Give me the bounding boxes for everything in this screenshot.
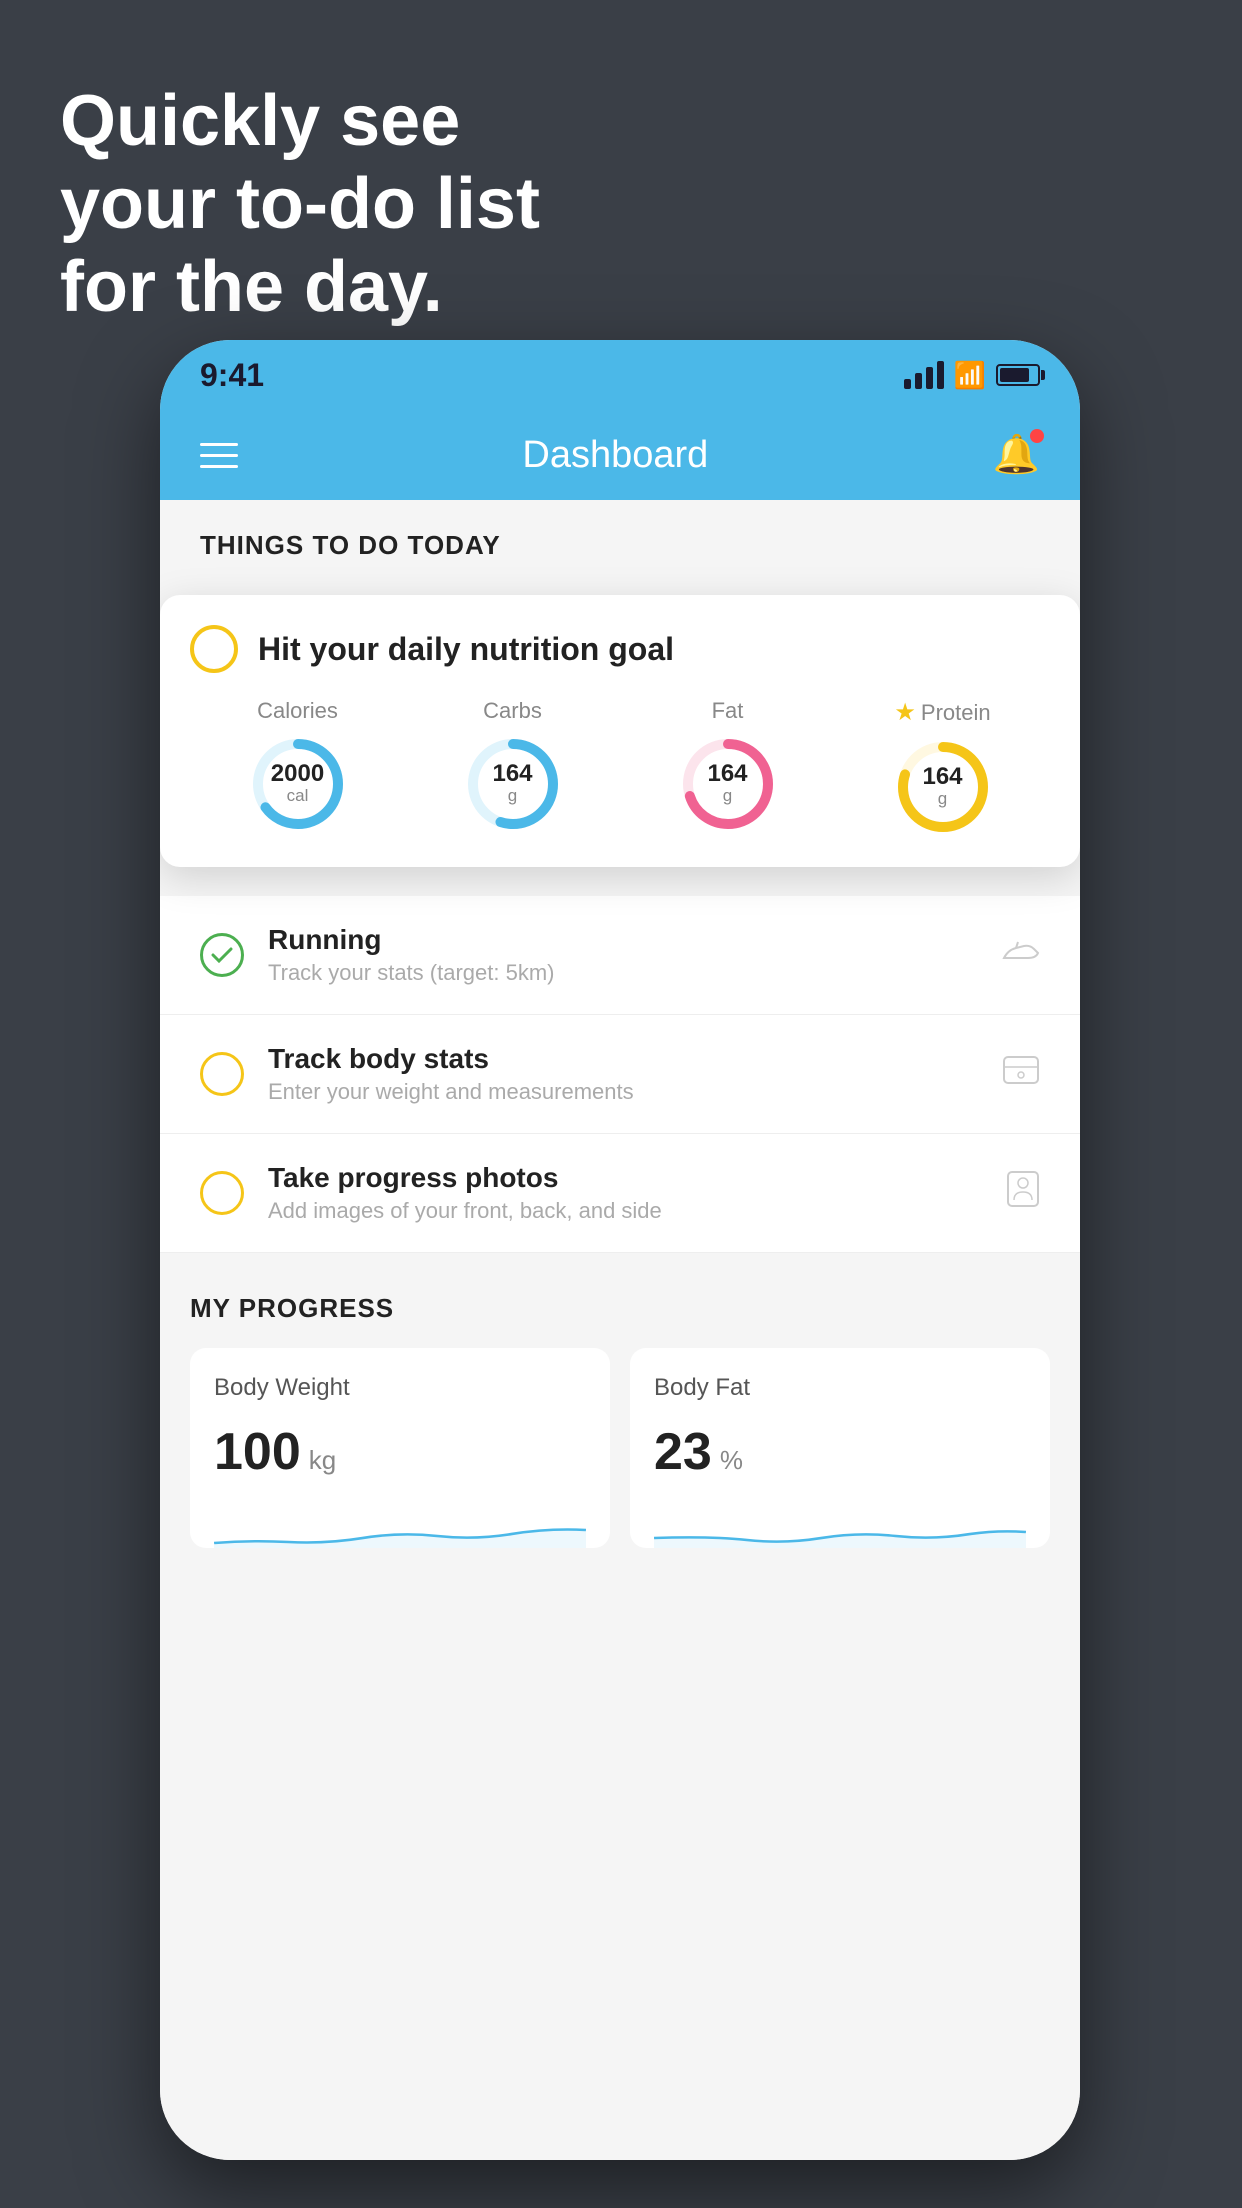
photos-name: Take progress photos: [268, 1162, 982, 1194]
body-weight-title: Body Weight: [214, 1374, 586, 1402]
phone-content: THINGS TO DO TODAY Hit your daily nutrit…: [160, 500, 1080, 2160]
status-bar: 9:41 📶: [160, 340, 1080, 410]
carbs-circle-item: Carbs 164 g: [463, 698, 563, 834]
protein-circle-item: ★ Protein 164 g: [893, 698, 993, 837]
progress-cards-row: Body Weight 100 kg Body Fat: [190, 1348, 1050, 1548]
body-fat-chart: [654, 1498, 1026, 1548]
photos-circle: [200, 1171, 244, 1215]
signal-icon: [904, 361, 944, 389]
body-stats-text: Track body stats Enter your weight and m…: [268, 1043, 978, 1105]
todo-item-body-stats[interactable]: Track body stats Enter your weight and m…: [160, 1015, 1080, 1134]
protein-label: ★ Protein: [894, 698, 990, 727]
photos-desc: Add images of your front, back, and side: [268, 1198, 982, 1224]
body-weight-number: 100: [214, 1422, 301, 1482]
calories-label: Calories: [257, 698, 338, 724]
progress-section: MY PROGRESS Body Weight 100 kg: [160, 1253, 1080, 1578]
carbs-donut: 164 g: [463, 734, 563, 834]
phone-mockup: 9:41 📶 Dashboard 🔔 THINGS TO: [160, 340, 1080, 2160]
protein-unit: g: [922, 789, 962, 809]
todo-item-running[interactable]: Running Track your stats (target: 5km): [160, 896, 1080, 1015]
body-weight-card[interactable]: Body Weight 100 kg: [190, 1348, 610, 1548]
notification-bell-button[interactable]: 🔔: [993, 433, 1040, 477]
running-circle: [200, 933, 244, 977]
running-desc: Track your stats (target: 5km): [268, 960, 976, 986]
body-fat-title: Body Fat: [654, 1374, 1026, 1402]
page-headline: Quickly see your to-do list for the day.: [60, 80, 540, 328]
hamburger-button[interactable]: [200, 443, 238, 468]
body-stats-desc: Enter your weight and measurements: [268, 1079, 978, 1105]
running-text: Running Track your stats (target: 5km): [268, 924, 976, 986]
fat-donut: 164 g: [678, 734, 778, 834]
calories-unit: cal: [271, 786, 324, 806]
body-fat-value-row: 23 %: [654, 1422, 1026, 1482]
status-icons: 📶: [904, 360, 1040, 391]
nutrition-check-circle: [190, 625, 238, 673]
fat-unit: g: [707, 786, 747, 806]
fat-label: Fat: [712, 698, 744, 724]
status-time: 9:41: [200, 357, 264, 394]
body-fat-card[interactable]: Body Fat 23 %: [630, 1348, 1050, 1548]
body-weight-unit: kg: [309, 1445, 336, 1476]
body-stats-circle: [200, 1052, 244, 1096]
body-fat-unit: %: [720, 1445, 743, 1476]
nutrition-card-header: Hit your daily nutrition goal: [190, 625, 1050, 673]
carbs-label: Carbs: [483, 698, 542, 724]
progress-section-title: MY PROGRESS: [190, 1293, 1050, 1324]
header-title: Dashboard: [522, 434, 708, 477]
nutrition-card-title: Hit your daily nutrition goal: [258, 631, 674, 668]
body-fat-number: 23: [654, 1422, 712, 1482]
carbs-unit: g: [492, 786, 532, 806]
body-weight-value-row: 100 kg: [214, 1422, 586, 1482]
protein-star-icon: ★: [894, 698, 916, 727]
headline-line3: for the day.: [60, 246, 540, 329]
calories-donut: 2000 cal: [248, 734, 348, 834]
person-icon: [1006, 1170, 1040, 1217]
protein-value: 164: [922, 765, 962, 789]
nutrition-circles-row: Calories 2000 cal Carbs: [190, 698, 1050, 837]
notification-dot: [1030, 429, 1044, 443]
calories-circle-item: Calories 2000 cal: [248, 698, 348, 834]
headline-line1: Quickly see: [60, 80, 540, 163]
running-shoe-icon: [1000, 936, 1040, 975]
calories-value: 2000: [271, 762, 324, 786]
things-today-title: THINGS TO DO TODAY: [200, 530, 1040, 561]
battery-icon: [996, 364, 1040, 386]
app-header: Dashboard 🔔: [160, 410, 1080, 500]
running-name: Running: [268, 924, 976, 956]
photos-text: Take progress photos Add images of your …: [268, 1162, 982, 1224]
nutrition-card[interactable]: Hit your daily nutrition goal Calories 2…: [160, 595, 1080, 867]
things-today-section-header: THINGS TO DO TODAY: [160, 500, 1080, 576]
todo-item-photos[interactable]: Take progress photos Add images of your …: [160, 1134, 1080, 1253]
body-weight-chart: [214, 1498, 586, 1548]
carbs-value: 164: [492, 762, 532, 786]
protein-donut: 164 g: [893, 737, 993, 837]
fat-circle-item: Fat 164 g: [678, 698, 778, 834]
todo-list: Running Track your stats (target: 5km) T…: [160, 896, 1080, 1253]
fat-value: 164: [707, 762, 747, 786]
body-stats-name: Track body stats: [268, 1043, 978, 1075]
headline-line2: your to-do list: [60, 163, 540, 246]
wifi-icon: 📶: [954, 360, 986, 391]
scale-icon: [1002, 1053, 1040, 1096]
